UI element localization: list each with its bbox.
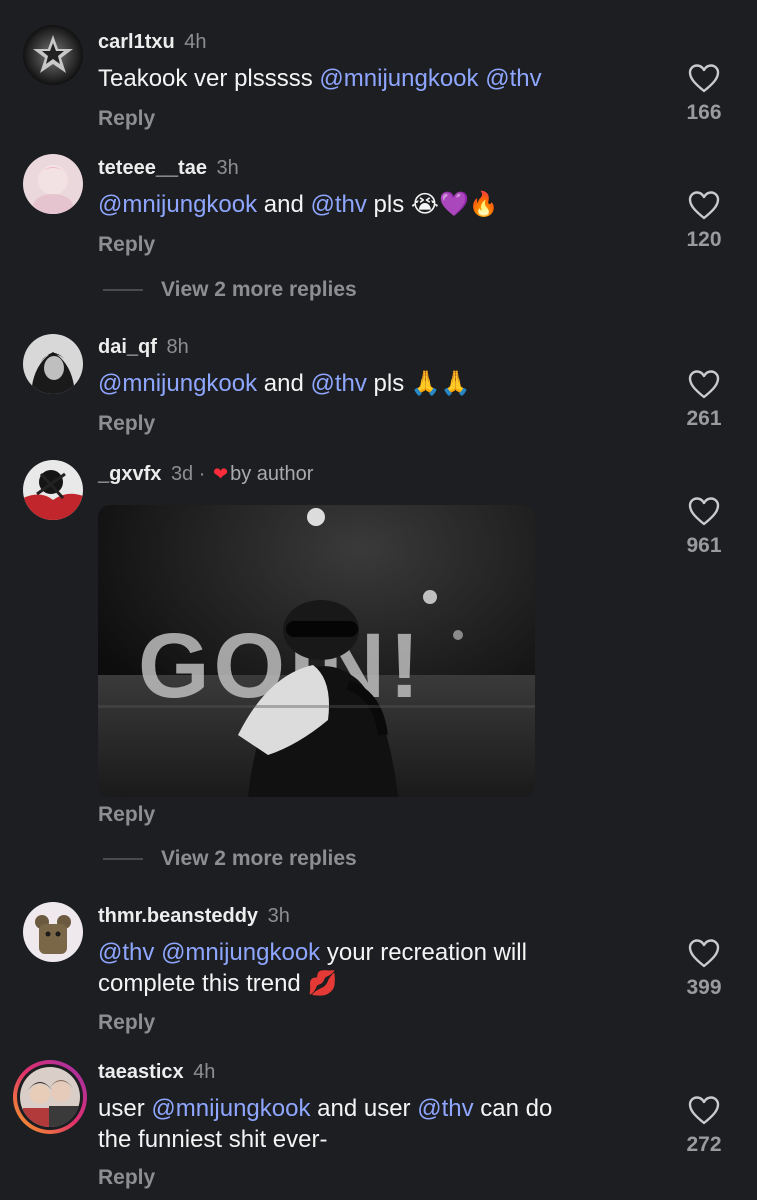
comment-header: _gxvfx 3d · ❤ by author bbox=[98, 463, 313, 486]
text-segment: Teakook ver plsssss bbox=[98, 65, 320, 92]
mention-link[interactable]: @mnijungkook bbox=[98, 191, 257, 218]
text-segment: and bbox=[257, 191, 311, 218]
comment-text: Teakook ver plsssss @mnijungkook @thv bbox=[98, 63, 618, 94]
liked-by-author-badge: by author bbox=[230, 463, 314, 485]
username[interactable]: dai_qf bbox=[98, 336, 157, 358]
mention-link[interactable]: @thv bbox=[311, 370, 367, 397]
like-count: 166 bbox=[686, 101, 722, 124]
gif-attachment[interactable]: GOIN! bbox=[98, 505, 535, 797]
text-line: user @mnijungkook and user @thv can do bbox=[98, 1093, 618, 1124]
reply-button[interactable]: Reply bbox=[98, 412, 155, 436]
reply-button[interactable]: Reply bbox=[98, 107, 155, 131]
username[interactable]: thmr.beansteddy bbox=[98, 905, 258, 927]
text-segment: complete this trend bbox=[98, 970, 308, 997]
avatar[interactable] bbox=[23, 25, 83, 85]
heart-filled-icon: ❤ bbox=[212, 464, 229, 484]
username[interactable]: taeasticx bbox=[98, 1061, 184, 1083]
mention-link[interactable]: @thv bbox=[417, 1095, 473, 1122]
text-segment: user bbox=[98, 1095, 152, 1122]
heart-outline-icon bbox=[688, 939, 720, 968]
like-button[interactable]: 961 bbox=[680, 496, 728, 558]
text-segment: and user bbox=[310, 1095, 418, 1122]
comment-text: user @mnijungkook and user @thv can do t… bbox=[98, 1093, 618, 1155]
divider bbox=[103, 289, 143, 292]
avatar[interactable] bbox=[23, 154, 83, 214]
divider bbox=[103, 858, 143, 861]
text-segment: your recreation will bbox=[320, 939, 527, 966]
timestamp: 3h bbox=[267, 905, 290, 927]
username[interactable]: teteee__tae bbox=[98, 157, 207, 179]
mention-link[interactable]: @mnijungkook bbox=[319, 65, 478, 92]
reply-button[interactable]: Reply bbox=[98, 233, 155, 257]
like-button[interactable]: 166 bbox=[680, 63, 728, 125]
view-more-replies-label: View 2 more replies bbox=[161, 278, 357, 301]
mention-link[interactable]: @mnijungkook bbox=[151, 1095, 310, 1122]
comment-header: taeasticx 4h bbox=[98, 1061, 215, 1084]
reply-button[interactable]: Reply bbox=[98, 1011, 155, 1035]
timestamp: 3h bbox=[216, 157, 239, 179]
username[interactable]: _gxvfx bbox=[98, 463, 161, 485]
emoji-group: 😭💜🔥 bbox=[410, 191, 499, 218]
timestamp: 3d bbox=[170, 463, 194, 485]
like-button[interactable]: 120 bbox=[680, 190, 728, 252]
like-count: 272 bbox=[686, 1133, 722, 1156]
heart-outline-icon bbox=[688, 191, 720, 220]
reply-button[interactable]: Reply bbox=[98, 803, 155, 827]
heart-outline-icon bbox=[688, 64, 720, 93]
like-button[interactable]: 399 bbox=[680, 938, 728, 1000]
comment-text: @thv @mnijungkook your recreation will c… bbox=[98, 937, 618, 999]
like-count: 261 bbox=[686, 407, 722, 430]
text-segment: pls bbox=[366, 370, 411, 397]
text-segment: pls bbox=[366, 191, 411, 218]
text-line: complete this trend 💋 bbox=[98, 968, 618, 999]
username[interactable]: carl1txu bbox=[98, 31, 175, 53]
emoji-group: 💋 bbox=[307, 970, 338, 997]
text-segment: and bbox=[257, 370, 311, 397]
mention-link[interactable]: @thv bbox=[485, 65, 541, 92]
avatar[interactable] bbox=[23, 902, 83, 962]
emoji-group: 🙏🙏 bbox=[410, 370, 471, 397]
mention-link[interactable]: @thv bbox=[98, 939, 154, 966]
avatar[interactable] bbox=[13, 1060, 87, 1134]
separator-dot: · bbox=[198, 463, 206, 485]
like-button[interactable]: 272 bbox=[680, 1095, 728, 1157]
timestamp: 4h bbox=[184, 31, 207, 53]
comment-text: @mnijungkook and @thv pls 😭💜🔥 bbox=[98, 189, 618, 220]
view-more-replies-button[interactable]: View 2 more replies bbox=[103, 278, 357, 302]
comment-header: thmr.beansteddy 3h bbox=[98, 905, 290, 928]
text-line: the funniest shit ever- bbox=[98, 1124, 618, 1155]
mention-link[interactable]: @mnijungkook bbox=[161, 939, 320, 966]
heart-outline-icon bbox=[688, 497, 720, 526]
mention-link[interactable]: @thv bbox=[311, 191, 367, 218]
heart-outline-icon bbox=[688, 1096, 720, 1125]
text-segment: can do bbox=[473, 1095, 553, 1122]
like-count: 961 bbox=[686, 534, 722, 557]
comment-header: dai_qf 8h bbox=[98, 336, 189, 359]
like-count: 399 bbox=[686, 976, 722, 999]
reply-button[interactable]: Reply bbox=[98, 1166, 155, 1190]
view-more-replies-label: View 2 more replies bbox=[161, 847, 357, 870]
mention-link[interactable]: @mnijungkook bbox=[98, 370, 257, 397]
view-more-replies-button[interactable]: View 2 more replies bbox=[103, 847, 357, 871]
comment-header: carl1txu 4h bbox=[98, 31, 207, 54]
heart-outline-icon bbox=[688, 370, 720, 399]
comment-text: @mnijungkook and @thv pls 🙏🙏 bbox=[98, 368, 618, 399]
timestamp: 4h bbox=[193, 1061, 216, 1083]
like-button[interactable]: 261 bbox=[680, 369, 728, 431]
like-count: 120 bbox=[686, 228, 722, 251]
avatar[interactable] bbox=[23, 334, 83, 394]
avatar[interactable] bbox=[23, 460, 83, 520]
comment-header: teteee__tae 3h bbox=[98, 157, 239, 180]
text-line: @thv @mnijungkook your recreation will bbox=[98, 937, 618, 968]
timestamp: 8h bbox=[166, 336, 189, 358]
text-segment: the funniest shit ever- bbox=[98, 1126, 328, 1153]
